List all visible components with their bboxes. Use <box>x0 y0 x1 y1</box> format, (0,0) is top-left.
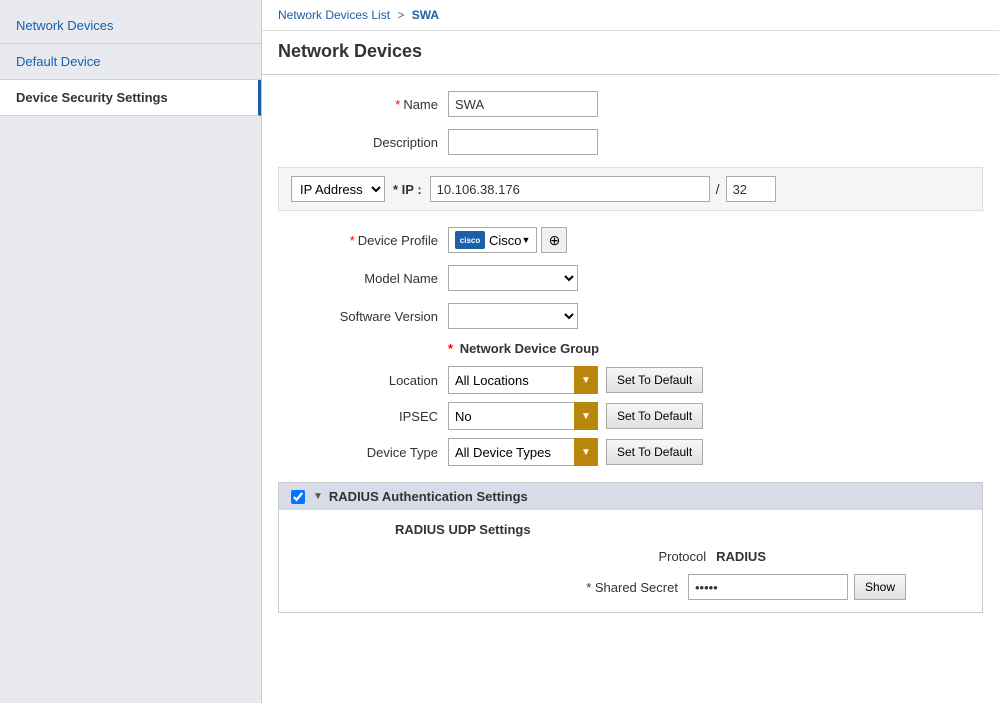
form-area: *Name Description IP Address * IP : / <box>262 75 999 629</box>
shared-secret-label: * Shared Secret <box>586 580 678 595</box>
breadcrumb-separator: > <box>397 8 404 22</box>
location-set-default-button[interactable]: Set To Default <box>606 367 703 393</box>
radius-checkbox[interactable] <box>291 490 305 504</box>
breadcrumb-current: SWA <box>412 8 439 22</box>
cisco-dropdown-arrow: ▼ <box>522 235 531 245</box>
ip-row: IP Address * IP : / <box>278 167 983 211</box>
shared-secret-input[interactable] <box>688 574 848 600</box>
cidr-input[interactable] <box>726 176 776 202</box>
page-title: Network Devices <box>262 31 999 75</box>
cisco-profile-button[interactable]: cisco Cisco ▼ <box>448 227 537 253</box>
description-label: Description <box>278 135 438 150</box>
ipsec-set-default-button[interactable]: Set To Default <box>606 403 703 429</box>
name-input[interactable] <box>448 91 598 117</box>
device-type-select-wrapper: All Device Types ▼ <box>448 438 598 466</box>
location-select[interactable]: All Locations <box>448 366 598 394</box>
model-name-row: Model Name <box>278 265 983 291</box>
globe-button[interactable]: ⊕ <box>541 227 567 253</box>
protocol-label: Protocol <box>658 549 706 564</box>
name-row: *Name <box>278 91 983 117</box>
device-profile-label: *Device Profile <box>278 233 438 248</box>
ndg-section-label: * Network Device Group <box>448 341 983 356</box>
device-type-set-default-button[interactable]: Set To Default <box>606 439 703 465</box>
show-button[interactable]: Show <box>854 574 906 600</box>
slash: / <box>716 181 720 197</box>
description-input[interactable] <box>448 129 598 155</box>
software-version-label: Software Version <box>278 309 438 324</box>
cisco-logo: cisco <box>455 231 485 249</box>
ip-input[interactable] <box>430 176 710 202</box>
location-row: Location All Locations ▼ Set To Default <box>278 366 983 394</box>
radius-collapse-icon: ▼ <box>313 491 323 502</box>
model-name-label: Model Name <box>278 271 438 286</box>
device-type-label: Device Type <box>278 445 438 460</box>
device-profile-row: *Device Profile cisco Cisco ▼ ⊕ <box>278 227 983 253</box>
ip-label: * IP : <box>393 182 422 197</box>
sidebar-item-network-devices[interactable]: Network Devices <box>0 8 261 44</box>
protocol-row: Protocol RADIUS <box>295 549 766 564</box>
location-select-wrapper: All Locations ▼ <box>448 366 598 394</box>
ip-type-select[interactable]: IP Address <box>291 176 385 202</box>
software-version-select[interactable] <box>448 303 578 329</box>
cisco-label: Cisco <box>489 233 522 248</box>
ipsec-select[interactable]: No <box>448 402 598 430</box>
model-name-select[interactable] <box>448 265 578 291</box>
ipsec-label: IPSEC <box>278 409 438 424</box>
radius-section: ▼ RADIUS Authentication Settings RADIUS … <box>278 482 983 613</box>
radius-udp-title: RADIUS UDP Settings <box>395 522 966 537</box>
radius-header: ▼ RADIUS Authentication Settings <box>279 483 982 510</box>
device-type-row: Device Type All Device Types ▼ Set To De… <box>278 438 983 466</box>
software-version-row: Software Version <box>278 303 983 329</box>
device-profile-required-star: * <box>350 233 355 248</box>
shared-secret-row: * Shared Secret Show <box>295 574 906 600</box>
radius-section-label: RADIUS Authentication Settings <box>329 489 528 504</box>
name-label: *Name <box>278 97 438 112</box>
main-content: Network Devices List > SWA Network Devic… <box>262 0 999 703</box>
radius-body: RADIUS UDP Settings Protocol RADIUS * Sh… <box>279 510 982 612</box>
sidebar-item-device-security-settings[interactable]: Device Security Settings <box>0 80 261 116</box>
breadcrumb-list-link[interactable]: Network Devices List <box>278 8 390 22</box>
breadcrumb: Network Devices List > SWA <box>262 0 999 31</box>
ndg-required-star: * <box>448 341 453 356</box>
sidebar-item-default-device[interactable]: Default Device <box>0 44 261 80</box>
ipsec-row: IPSEC No ▼ Set To Default <box>278 402 983 430</box>
protocol-value: RADIUS <box>716 549 766 564</box>
name-required-star: * <box>395 97 400 112</box>
location-label: Location <box>278 373 438 388</box>
sidebar: Network Devices Default Device Device Se… <box>0 0 262 703</box>
device-type-select[interactable]: All Device Types <box>448 438 598 466</box>
description-row: Description <box>278 129 983 155</box>
ipsec-select-wrapper: No ▼ <box>448 402 598 430</box>
